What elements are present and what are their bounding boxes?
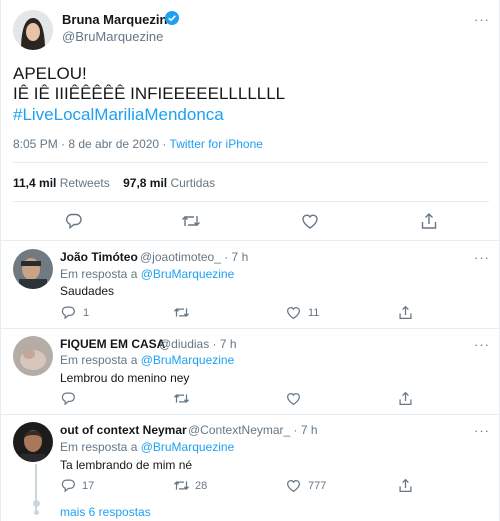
more-options-icon[interactable]: ···: [474, 12, 490, 27]
more-replies-dot: [34, 510, 39, 515]
share-icon[interactable]: [398, 391, 413, 406]
more-replies-dot: [33, 500, 40, 507]
reply-icon[interactable]: [61, 305, 76, 320]
more-options-icon[interactable]: ···: [474, 423, 490, 438]
divider: [13, 162, 489, 163]
divider: [1, 414, 500, 415]
tweet-text-line-2: IÊ IÊ IIIÊÊÊÊÊ INFIEEEEELLLLLLL: [13, 84, 286, 103]
reply-avatar[interactable]: [13, 422, 53, 462]
author-name[interactable]: Bruna Marquezine: [62, 12, 175, 27]
divider: [13, 201, 489, 202]
like-count: 11: [308, 307, 320, 319]
share-icon[interactable]: [398, 305, 413, 320]
tweet-time[interactable]: 8:05 PM · 8 de abr de 2020 ·: [13, 137, 170, 151]
like-icon[interactable]: [286, 478, 301, 493]
tweet-text-line-1: APELOU!: [13, 64, 87, 83]
author-avatar[interactable]: [13, 10, 53, 50]
more-replies-link[interactable]: mais 6 respostas: [60, 505, 151, 519]
reply-handle-time[interactable]: @joaotimoteo_ · 7 h: [140, 250, 248, 264]
reply-author-name[interactable]: out of context Neymar: [60, 423, 187, 437]
in-reply-prefix: Em resposta a: [60, 353, 141, 367]
reply-author-name[interactable]: FIQUEM EM CASA: [60, 337, 165, 351]
reply-handle-time[interactable]: @ContextNeymar_ · 7 h: [188, 423, 318, 437]
in-reply-to-link[interactable]: @BruMarquezine: [141, 267, 235, 281]
reply-avatar[interactable]: [13, 249, 53, 289]
reply-icon[interactable]: [61, 391, 76, 406]
like-icon[interactable]: [286, 391, 301, 406]
more-options-icon[interactable]: ···: [474, 337, 490, 352]
hashtag-link[interactable]: #LiveLocalMariliaMendonca: [13, 105, 224, 125]
divider: [1, 328, 500, 329]
verified-badge-icon: [165, 11, 179, 25]
share-icon[interactable]: [398, 478, 413, 493]
retweet-icon[interactable]: [173, 478, 190, 493]
reply-avatar[interactable]: [13, 336, 53, 376]
retweet-icon[interactable]: [173, 305, 190, 320]
retweets-count[interactable]: 11,4 mil: [13, 176, 56, 190]
reply-count: 1: [83, 307, 90, 319]
tweet-source[interactable]: Twitter for iPhone: [170, 137, 263, 151]
in-reply-to: Em resposta a @BruMarquezine: [60, 440, 234, 454]
more-options-icon[interactable]: ···: [474, 250, 490, 265]
tweet-thread: Bruna Marquezine @BruMarquezine ··· APEL…: [0, 0, 500, 521]
reply-author-name[interactable]: João Timóteo: [60, 250, 138, 264]
divider: [1, 240, 500, 241]
like-icon[interactable]: [301, 212, 319, 230]
tweet-metadata: 8:05 PM · 8 de abr de 2020 · Twitter for…: [13, 137, 263, 151]
in-reply-to-link[interactable]: @BruMarquezine: [141, 440, 235, 454]
reply-text: Ta lembrando de mim né: [60, 458, 193, 472]
share-icon[interactable]: [420, 212, 438, 230]
reply-count: 17: [82, 480, 95, 492]
retweets-label[interactable]: Retweets: [60, 176, 110, 190]
author-handle[interactable]: @BruMarquezine: [62, 29, 163, 44]
likes-label[interactable]: Curtidas: [170, 176, 215, 190]
in-reply-to-link[interactable]: @BruMarquezine: [141, 353, 235, 367]
reply-icon[interactable]: [61, 478, 76, 493]
in-reply-prefix: Em resposta a: [60, 267, 141, 281]
reply-icon[interactable]: [65, 212, 83, 230]
tweet-stats: 11,4 mil Retweets 97,8 mil Curtidas: [13, 176, 215, 190]
in-reply-to: Em resposta a @BruMarquezine: [60, 267, 234, 281]
like-icon[interactable]: [286, 305, 301, 320]
in-reply-prefix: Em resposta a: [60, 440, 141, 454]
reply-text: Saudades: [60, 284, 115, 298]
like-count: 777: [308, 480, 327, 492]
reply-text: Lembrou do menino ney: [60, 371, 190, 385]
in-reply-to: Em resposta a @BruMarquezine: [60, 353, 234, 367]
retweet-count: 28: [195, 480, 208, 492]
likes-count[interactable]: 97,8 mil: [123, 176, 167, 190]
retweet-icon[interactable]: [173, 391, 190, 406]
reply-handle-time[interactable]: @diudias · 7 h: [159, 337, 237, 351]
retweet-icon[interactable]: [181, 212, 201, 230]
